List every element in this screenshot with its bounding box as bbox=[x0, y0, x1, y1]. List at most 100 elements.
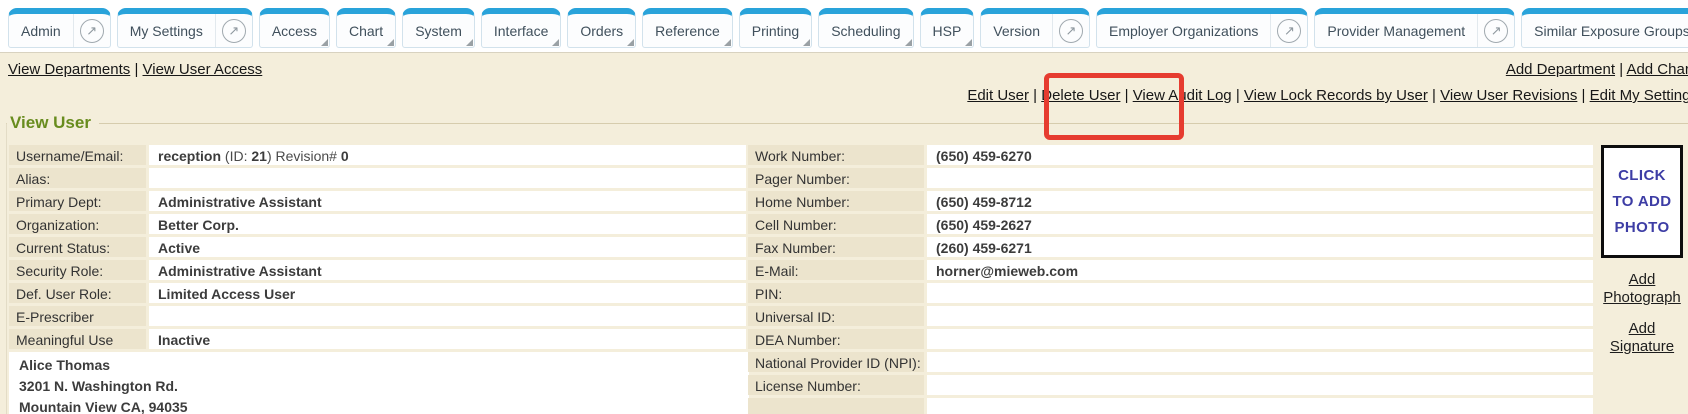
external-arrow-glyph: ↗ bbox=[1484, 19, 1508, 43]
link-add-chart[interactable]: Add Chart bbox=[1626, 61, 1688, 78]
field-value: (650) 459-8712 bbox=[927, 191, 1593, 211]
field-label: Def. User Role: bbox=[9, 283, 146, 303]
external-link-icon[interactable]: ↗ bbox=[1270, 14, 1307, 47]
field-label: Current Status: bbox=[9, 237, 146, 257]
tab-label: Similar Exposure Groups (SEGs) bbox=[1522, 14, 1688, 47]
field-value: Limited Access User bbox=[149, 283, 746, 303]
field-row-x bbox=[748, 398, 1597, 414]
action-link-edit-my-settings[interactable]: Edit My Settings bbox=[1590, 87, 1688, 104]
field-value-part: (ID: bbox=[221, 148, 251, 164]
add-signature-link[interactable]: Add Signature bbox=[1596, 320, 1688, 356]
field-label: Primary Dept: bbox=[9, 191, 146, 211]
photo-placeholder-line: PHOTO bbox=[1614, 219, 1669, 236]
tab-printing[interactable]: Printing bbox=[739, 8, 812, 48]
tab-version[interactable]: Version ↗ bbox=[980, 8, 1090, 48]
tab-provider-management[interactable]: Provider Management↗ bbox=[1314, 8, 1515, 48]
tab-label: Version bbox=[981, 14, 1052, 47]
add-signature-line2: Signature bbox=[1610, 338, 1674, 355]
user-address-block: Alice Thomas3201 N. Washington Rd.Mounta… bbox=[9, 352, 749, 414]
external-arrow-glyph: ↗ bbox=[1059, 19, 1083, 43]
field-row-alias: Alias: bbox=[9, 168, 749, 188]
field-row-universal-id: Universal ID: bbox=[748, 306, 1597, 326]
user-action-links: Edit User | Delete User | View Audit Log… bbox=[0, 83, 1688, 109]
action-link-view-user-revisions[interactable]: View User Revisions bbox=[1440, 87, 1577, 104]
user-fields-right-column: Work Number:(650) 459-6270Pager Number:H… bbox=[748, 145, 1597, 414]
tab-label: System bbox=[403, 14, 474, 47]
action-link-delete-user[interactable]: Delete User bbox=[1041, 87, 1120, 104]
field-value-part: 0 bbox=[341, 148, 349, 164]
field-value-part: reception bbox=[158, 148, 221, 164]
link-view-departments[interactable]: View Departments bbox=[8, 61, 130, 78]
field-row-pin: PIN: bbox=[748, 283, 1597, 303]
tab-label: Interface bbox=[482, 14, 560, 47]
field-row-home-number: Home Number:(650) 459-8712 bbox=[748, 191, 1597, 211]
add-photo-placeholder[interactable]: CLICK TO ADD PHOTO bbox=[1601, 145, 1683, 258]
external-link-icon[interactable]: ↗ bbox=[1477, 14, 1514, 47]
field-row-organization: Organization:Better Corp. bbox=[9, 214, 749, 234]
address-line: Alice Thomas bbox=[19, 355, 749, 376]
tab-label: My Settings bbox=[118, 14, 215, 47]
main-tab-bar: Admin↗My Settings↗AccessChartSystemInter… bbox=[0, 0, 1688, 52]
field-label: Organization: bbox=[9, 214, 146, 234]
field-row-primary-dept: Primary Dept:Administrative Assistant bbox=[9, 191, 749, 211]
action-link-view-audit-log[interactable]: View Audit Log bbox=[1133, 87, 1232, 104]
field-value bbox=[149, 306, 746, 326]
tab-label: Employer Organizations bbox=[1097, 14, 1270, 47]
photo-placeholder-line: TO ADD bbox=[1612, 193, 1671, 210]
field-row-security-role: Security Role:Administrative Assistant bbox=[9, 260, 749, 280]
field-label: PIN: bbox=[748, 283, 924, 303]
external-arrow-glyph: ↗ bbox=[1277, 19, 1301, 43]
tab-similar-exposure-groups-segs[interactable]: Similar Exposure Groups (SEGs)↗ bbox=[1521, 8, 1688, 48]
field-row-username-email: Username/Email:reception (ID: 21) Revisi… bbox=[9, 145, 749, 165]
tab-employer-organizations[interactable]: Employer Organizations ↗ bbox=[1096, 8, 1308, 48]
tab-chart[interactable]: Chart bbox=[336, 8, 396, 48]
field-label: National Provider ID (NPI): bbox=[748, 352, 924, 372]
field-value: reception (ID: 21) Revision# 0 bbox=[149, 145, 746, 165]
link-add-department[interactable]: Add Department bbox=[1506, 61, 1615, 78]
add-links-group: Add Department | Add Chart bbox=[1506, 61, 1688, 83]
tab-reference[interactable]: Reference bbox=[642, 8, 733, 48]
field-value-part: ) Revision# bbox=[267, 148, 341, 164]
photo-placeholder-line: CLICK bbox=[1618, 167, 1666, 184]
field-value: (260) 459-6271 bbox=[927, 237, 1593, 257]
tab-label: Reference bbox=[643, 14, 732, 47]
tab-label: Admin bbox=[9, 14, 73, 47]
external-link-icon[interactable]: ↗ bbox=[73, 14, 110, 47]
field-label: Username/Email: bbox=[9, 145, 146, 165]
field-row-e-prescriber: E-Prescriber bbox=[9, 306, 749, 326]
field-value-part: 21 bbox=[251, 148, 267, 164]
tab-scheduling[interactable]: Scheduling bbox=[818, 8, 913, 48]
page-content: View Departments | View User Access Add … bbox=[0, 52, 1688, 414]
external-link-icon[interactable]: ↗ bbox=[1052, 14, 1089, 47]
field-label: Cell Number: bbox=[748, 214, 924, 234]
user-fields-grid: Username/Email:reception (ID: 21) Revisi… bbox=[7, 145, 1688, 414]
tab-access[interactable]: Access bbox=[259, 8, 330, 48]
add-photograph-link[interactable]: Add Photograph bbox=[1596, 271, 1688, 307]
field-value: Administrative Assistant bbox=[149, 191, 746, 211]
field-label: Meaningful Use bbox=[9, 329, 146, 349]
field-value bbox=[927, 168, 1593, 188]
action-link-view-lock-records-by-user[interactable]: View Lock Records by User bbox=[1244, 87, 1428, 104]
field-value: Active bbox=[149, 237, 746, 257]
tab-hsp[interactable]: HSP bbox=[920, 8, 975, 48]
field-label: DEA Number: bbox=[748, 329, 924, 349]
tab-my-settings[interactable]: My Settings↗ bbox=[117, 8, 253, 48]
tab-interface[interactable]: Interface bbox=[481, 8, 561, 48]
field-row-meaningful-use: Meaningful UseInactive bbox=[9, 329, 749, 349]
view-user-section: View User Username/Email:reception (ID: … bbox=[6, 113, 1688, 414]
external-link-icon[interactable]: ↗ bbox=[215, 14, 252, 47]
external-arrow-glyph: ↗ bbox=[80, 19, 104, 43]
field-row-pager-number: Pager Number: bbox=[748, 168, 1597, 188]
tab-system[interactable]: System bbox=[402, 8, 475, 48]
tab-orders[interactable]: Orders bbox=[567, 8, 636, 48]
page-title: View User bbox=[7, 113, 99, 133]
link-view-user-access[interactable]: View User Access bbox=[143, 61, 263, 78]
field-row-dea-number: DEA Number: bbox=[748, 329, 1597, 349]
field-label: Home Number: bbox=[748, 191, 924, 211]
address-line: 3201 N. Washington Rd. bbox=[19, 376, 749, 397]
field-value: Better Corp. bbox=[149, 214, 746, 234]
action-link-edit-user[interactable]: Edit User bbox=[967, 87, 1029, 104]
tab-admin[interactable]: Admin ↗ bbox=[8, 8, 111, 48]
add-photograph-line1: Add bbox=[1629, 271, 1656, 288]
tab-label: Chart bbox=[337, 14, 395, 47]
